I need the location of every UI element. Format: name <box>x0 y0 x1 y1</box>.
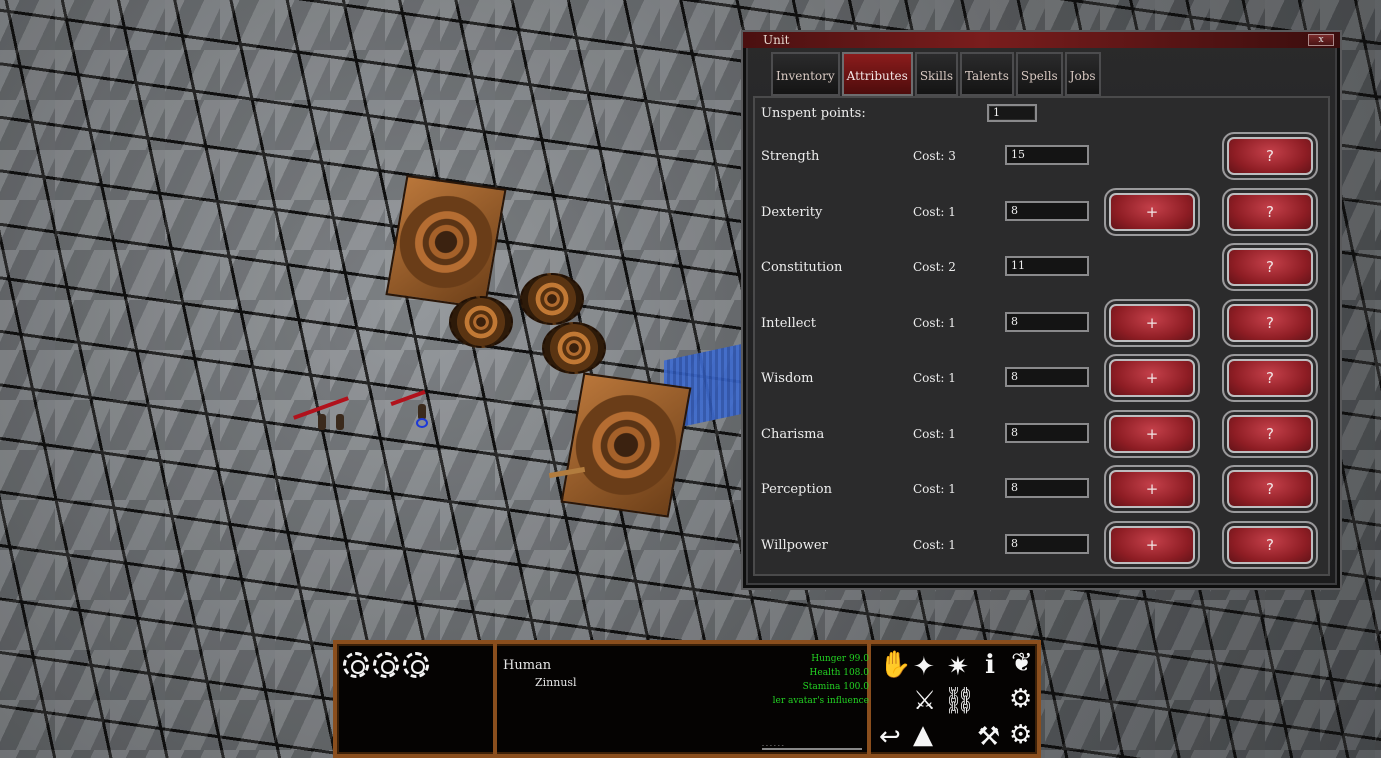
attribute-row-dexterity: Dexterity Cost: 1 8 +? <box>755 187 1328 242</box>
gear-block-bottom[interactable] <box>560 372 692 518</box>
window-title-bar[interactable]: Unit x <box>743 32 1340 48</box>
wheat-icon[interactable]: ❦ <box>1011 650 1033 676</box>
gear-icon[interactable] <box>373 652 399 678</box>
increase-dexterity-button[interactable]: + <box>1104 187 1200 236</box>
attribute-value-field: 8 <box>1005 311 1089 332</box>
tab-spells[interactable]: Spells <box>1015 52 1063 96</box>
help-perception-button[interactable]: ? <box>1222 465 1318 513</box>
help-intellect-button[interactable]: ? <box>1222 298 1318 347</box>
attributes-panel: Unspent points: 1 Strength Cost: 3 15? Dext… <box>753 96 1330 576</box>
attribute-value-field: 15 <box>1005 145 1089 165</box>
hunger-stat: Hunger 99.0 <box>811 654 869 664</box>
gear-wrench-icon[interactable]: ⚙ <box>1009 722 1032 748</box>
increase-willpower-button[interactable]: + <box>1104 520 1200 569</box>
crossed-swords-icon[interactable]: ⚔ <box>913 688 936 714</box>
tab-talents[interactable]: Talents <box>959 52 1014 96</box>
attribute-name: Dexterity <box>761 204 823 220</box>
help-constitution-button[interactable]: ? <box>1222 243 1318 291</box>
unit-name: Zinnusl <box>535 676 577 689</box>
influence-stat: ler avatar's influence <box>772 696 869 706</box>
attribute-row-constitution: Constitution Cost: 2 11? <box>755 242 1328 297</box>
attribute-name: Intellect <box>761 315 816 331</box>
unit-figure <box>318 414 326 430</box>
bottom-hud: Human Zinnusl Hunger 99.0 Health 108.0 S… <box>333 640 1041 758</box>
attribute-row-willpower: Willpower Cost: 1 8 +? <box>755 520 1328 575</box>
unspent-points-field: 1 <box>987 104 1037 122</box>
attribute-row-charisma: Charisma Cost: 1 8 +? <box>755 409 1328 464</box>
unit-window[interactable]: Unit x Inventory Attributes Skills Talents S… <box>741 30 1342 590</box>
robe-icon[interactable]: ▲ <box>913 722 933 748</box>
gear-slots <box>343 652 429 678</box>
hand-icon[interactable]: ✋ <box>879 652 911 678</box>
attribute-row-wisdom: Wisdom Cost: 1 8 +? <box>755 353 1328 408</box>
unit-stats: Hunger 99.0 Health 108.0 Stamina 100.0 l… <box>753 652 869 708</box>
attribute-cost: Cost: 1 <box>913 204 956 219</box>
increase-charisma-button[interactable]: + <box>1104 409 1200 458</box>
player-unit[interactable] <box>388 386 438 432</box>
window-title: Unit <box>763 33 790 47</box>
hud-divider <box>493 644 497 754</box>
tab-inventory[interactable]: Inventory <box>771 52 840 96</box>
tab-jobs[interactable]: Jobs <box>1064 52 1101 96</box>
sparkle-icon[interactable]: ✦ <box>913 654 935 680</box>
hud-slider[interactable] <box>762 742 862 750</box>
attribute-value-field: 8 <box>1005 367 1089 387</box>
attribute-value-field: 8 <box>1005 422 1089 443</box>
tab-attributes[interactable]: Attributes <box>841 52 913 96</box>
action-bar: ✋ ✦ ✷ ℹ ❦ ⚔ ⛓ ⚙ ↩ ▲ ⚒ ⚙ <box>877 648 1037 754</box>
anvil-icon[interactable]: ⛓ <box>943 688 976 714</box>
gear-icon[interactable]: ⚙ <box>1009 686 1032 712</box>
close-button[interactable]: x <box>1308 34 1334 46</box>
help-wisdom-button[interactable]: ? <box>1222 354 1318 402</box>
tab-bar: Inventory Attributes Skills Talents Spells Jo… <box>771 52 1101 96</box>
attribute-cost: Cost: 1 <box>913 315 956 330</box>
help-willpower-button[interactable]: ? <box>1222 520 1318 569</box>
unit-race: Human <box>503 658 552 673</box>
attribute-name: Constitution <box>761 260 843 275</box>
attribute-cost: Cost: 2 <box>913 260 956 274</box>
attribute-name: Willpower <box>761 537 828 553</box>
attribute-value-field: 8 <box>1005 200 1089 221</box>
gear-icon[interactable] <box>343 652 369 678</box>
anvil-hammer-icon[interactable]: ⚒ <box>977 724 1000 750</box>
increase-wisdom-button[interactable]: + <box>1104 354 1200 402</box>
attribute-name: Charisma <box>761 426 825 442</box>
attribute-cost: Cost: 3 <box>913 149 956 163</box>
help-dexterity-button[interactable]: ? <box>1222 187 1318 236</box>
attribute-value-field: 8 <box>1005 478 1089 498</box>
increase-intellect-button[interactable]: + <box>1104 298 1200 347</box>
attribute-row-perception: Perception Cost: 1 8 +? <box>755 464 1328 519</box>
attribute-row-strength: Strength Cost: 3 15? <box>755 131 1328 186</box>
selection-ring <box>416 418 428 428</box>
gear-block-top[interactable] <box>385 174 507 310</box>
help-strength-button[interactable]: ? <box>1222 132 1318 180</box>
stamina-stat: Stamina 100.0 <box>802 682 869 692</box>
attribute-value-field: 8 <box>1005 533 1089 554</box>
gear-icon[interactable] <box>403 652 429 678</box>
attribute-cost: Cost: 1 <box>913 371 956 385</box>
attribute-value-field: 11 <box>1005 256 1089 276</box>
back-arrow-icon[interactable]: ↩ <box>879 724 901 750</box>
gear-floor-tile[interactable] <box>520 273 584 325</box>
gear-floor-tile[interactable] <box>449 296 513 348</box>
gear-floor-tile[interactable] <box>542 322 606 374</box>
enemy-unit[interactable] <box>292 396 352 438</box>
star-burst-icon[interactable]: ✷ <box>947 654 969 680</box>
info-icon[interactable]: ℹ <box>985 652 995 678</box>
increase-perception-button[interactable]: + <box>1104 465 1200 513</box>
attribute-row-intellect: Intellect Cost: 1 8 +? <box>755 298 1328 353</box>
attribute-name: Strength <box>761 149 820 164</box>
unit-figure <box>336 414 344 430</box>
attribute-name: Perception <box>761 482 832 497</box>
attribute-cost: Cost: 1 <box>913 537 956 552</box>
health-stat: Health 108.0 <box>809 668 869 678</box>
attribute-name: Wisdom <box>761 371 814 386</box>
unspent-points-label: Unspent points: <box>761 106 866 121</box>
attribute-cost: Cost: 1 <box>913 482 956 496</box>
help-charisma-button[interactable]: ? <box>1222 409 1318 458</box>
attribute-cost: Cost: 1 <box>913 426 956 441</box>
tab-skills[interactable]: Skills <box>914 52 958 96</box>
